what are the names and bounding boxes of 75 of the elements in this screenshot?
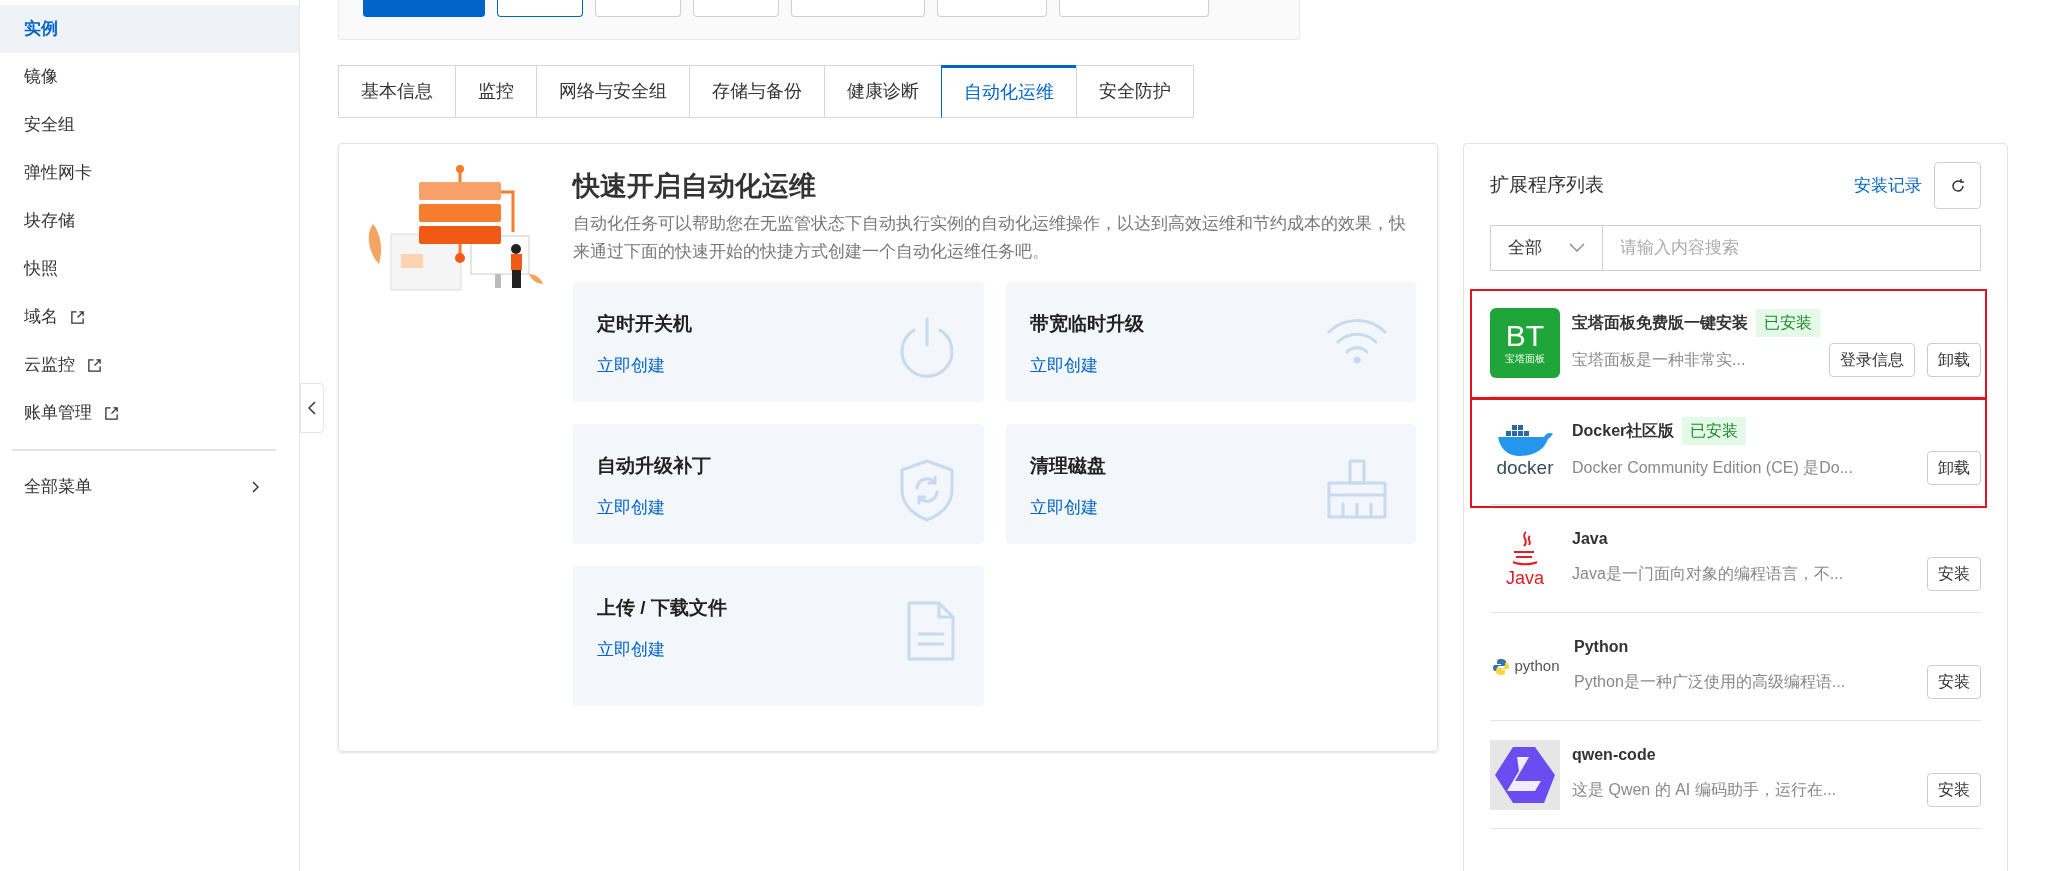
sidebar-item[interactable]: 块存储 xyxy=(0,197,299,245)
tab[interactable]: 自动化运维 xyxy=(941,65,1076,118)
refresh-icon xyxy=(1949,177,1966,194)
extension-name: qwen-code xyxy=(1572,744,1656,765)
sidebar-item[interactable]: 快照 xyxy=(0,245,299,293)
refresh-button[interactable] xyxy=(1934,162,1981,209)
extension-name: Docker社区版 xyxy=(1572,420,1675,441)
create-link[interactable]: 立即创建 xyxy=(1029,352,1144,378)
extension-description: 这是 Qwen 的 AI 编码助手，运行在... xyxy=(1572,779,1837,800)
tab[interactable]: 存储与备份 xyxy=(689,65,824,118)
snakes-icon xyxy=(1492,657,1511,676)
category-select[interactable]: 全部 xyxy=(1490,225,1603,271)
action-button[interactable]: 安装 xyxy=(1927,772,1981,807)
extension-name: 宝塔面板免费版一键安装 xyxy=(1572,312,1748,333)
status-tag: 已安装 xyxy=(1756,308,1820,337)
collapse-handle[interactable] xyxy=(300,383,324,433)
task-card[interactable]: 上传 / 下载文件 立即创建 xyxy=(573,566,984,706)
sidebar-item[interactable]: 安全组 xyxy=(0,101,299,149)
logo-text: python xyxy=(1514,656,1560,677)
task-card[interactable]: 自动升级补丁 立即创建 xyxy=(573,424,984,544)
sidebar-item[interactable]: 云监控 xyxy=(0,341,299,389)
task-card[interactable]: 带宽临时升级 立即创建 xyxy=(1005,282,1416,402)
logo-text: docker xyxy=(1496,456,1554,479)
create-link[interactable]: 立即创建 xyxy=(597,636,727,662)
logo-subtext: 宝塔面板 xyxy=(1505,351,1545,366)
logo-text: Java xyxy=(1506,567,1544,588)
brush-icon xyxy=(1326,458,1388,520)
extension-name: Java xyxy=(1572,528,1608,549)
create-link[interactable]: 立即创建 xyxy=(597,352,692,378)
task-title: 定时开关机 xyxy=(597,312,692,336)
chevron-down-icon xyxy=(1569,243,1585,253)
extension-description: 宝塔面板是一种非常实... xyxy=(1572,349,1746,370)
external-link-icon xyxy=(104,405,119,421)
logo-text: BT xyxy=(1505,319,1545,352)
all-menu-item[interactable]: 全部菜单 xyxy=(0,463,299,511)
search-field[interactable]: 请输入内容搜索 xyxy=(1603,225,1981,271)
task-card[interactable]: 定时开关机 立即创建 xyxy=(573,282,984,402)
action-button[interactable]: 登录信息 xyxy=(1829,342,1915,377)
status-tag: 已安装 xyxy=(1682,416,1747,445)
action-button[interactable]: 安装 xyxy=(1927,664,1981,699)
task-card[interactable]: 清理磁盘 立即创建 xyxy=(1005,424,1416,544)
task-title: 清理磁盘 xyxy=(1029,454,1106,478)
task-title: 上传 / 下载文件 xyxy=(597,596,727,620)
sidebar-item[interactable]: 账单管理 xyxy=(0,389,299,437)
extension-description: Docker Community Edition (CE) 是Do... xyxy=(1572,457,1853,478)
external-link-icon xyxy=(70,309,85,325)
sidebar-item[interactable]: 域名 xyxy=(0,293,299,341)
extension-description: Python是一种广泛使用的高级编程语... xyxy=(1574,671,1846,692)
sidebar-item[interactable]: 镜像 xyxy=(0,53,299,101)
install-history-link[interactable]: 安装记录 xyxy=(1854,172,1922,199)
chevron-left-icon xyxy=(308,401,316,415)
toolbar-button[interactable] xyxy=(497,0,583,17)
chevron-right-icon xyxy=(251,481,259,493)
action-button[interactable]: 卸载 xyxy=(1927,342,1981,377)
wifi-icon xyxy=(1326,316,1388,364)
quick-start-description: 自动化任务可以帮助您在无监管状态下自动执行实例的自动化运维操作，以达到高效运维和节约成本的效果，快来通过下面的快速开始的快捷方式创建一个自动化运维任务吧。 xyxy=(573,213,1407,263)
tab[interactable]: 监控 xyxy=(455,65,536,118)
document-icon xyxy=(905,600,956,662)
action-button[interactable]: 卸载 xyxy=(1927,450,1981,485)
external-link-icon xyxy=(87,357,102,373)
task-title: 带宽临时升级 xyxy=(1029,312,1144,336)
create-link[interactable]: 立即创建 xyxy=(1029,494,1106,520)
extension-name: Python xyxy=(1574,636,1629,657)
tab[interactable]: 网络与安全组 xyxy=(536,65,689,118)
task-title: 自动升级补丁 xyxy=(597,454,711,478)
action-button[interactable]: 安装 xyxy=(1927,556,1981,591)
sidebar-item[interactable]: 弹性网卡 xyxy=(0,149,299,197)
panel-title: 扩展程序列表 xyxy=(1490,173,1604,198)
tab[interactable]: 安全防护 xyxy=(1076,65,1194,118)
power-icon xyxy=(897,316,956,378)
sidebar-item[interactable]: 实例 xyxy=(0,5,299,53)
quick-start-title: 快速开启自动化运维 xyxy=(573,170,817,203)
create-link[interactable]: 立即创建 xyxy=(597,494,711,520)
extension-description: Java是一门面向对象的编程语言，不... xyxy=(1572,563,1844,584)
tab[interactable]: 基本信息 xyxy=(338,65,455,118)
